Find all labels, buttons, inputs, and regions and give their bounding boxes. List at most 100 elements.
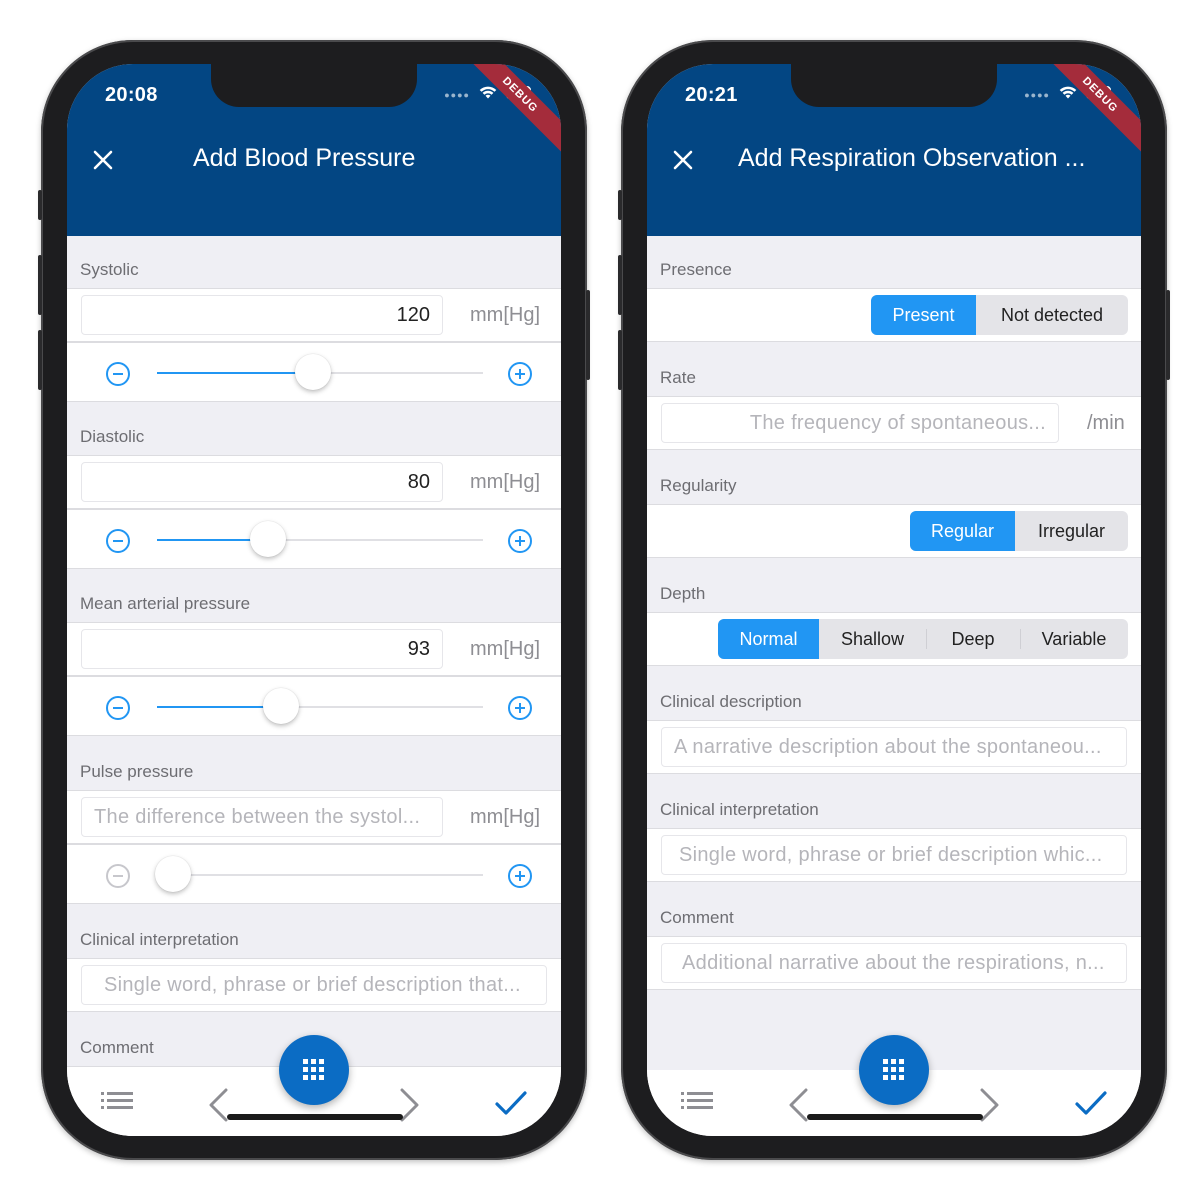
clinical-description-row: A narrative description about the sponta…: [647, 720, 1141, 774]
presence-option-present[interactable]: Present: [871, 295, 976, 335]
mean-arterial-slider-row: [67, 676, 561, 736]
pulse-pressure-slider[interactable]: [155, 856, 483, 892]
clinical-interpretation-label: Clinical interpretation: [660, 800, 819, 819]
status-time: 20:08: [105, 84, 158, 106]
rate-input[interactable]: The frequency of spontaneous...: [661, 403, 1059, 443]
comment-label: Comment: [80, 1038, 154, 1057]
check-icon[interactable]: [1075, 1090, 1107, 1116]
regularity-row: Regular Irregular: [647, 504, 1141, 558]
close-icon[interactable]: [671, 148, 695, 172]
form-content: Systolic 120 mm[Hg] Diastolic 80 mm[Hg]: [67, 236, 561, 1070]
regularity-segmented-control: Regular Irregular: [910, 511, 1128, 551]
systolic-unit: mm[Hg]: [470, 304, 540, 326]
grid-fab-button[interactable]: [859, 1035, 929, 1105]
mean-arterial-slider[interactable]: [157, 688, 483, 724]
page-title: Add Blood Pressure: [193, 144, 416, 172]
app-bar: 20:21 ●●●● DEBUG Add Respiration Observa…: [647, 64, 1141, 236]
power-button: [586, 290, 590, 380]
clinical-description-label: Clinical description: [660, 692, 802, 711]
mean-arterial-input[interactable]: 93: [81, 629, 443, 669]
systolic-label: Systolic: [80, 260, 139, 279]
depth-option-variable[interactable]: Variable: [1020, 619, 1128, 659]
close-icon[interactable]: [91, 148, 115, 172]
regularity-option-regular[interactable]: Regular: [910, 511, 1015, 551]
pulse-pressure-label: Pulse pressure: [80, 762, 194, 781]
clinical-interpretation-row: Single word, phrase or brief description…: [647, 828, 1141, 882]
minus-circle-icon[interactable]: [105, 528, 131, 554]
comment-label: Comment: [660, 908, 734, 927]
bottom-navigation: [67, 1035, 561, 1136]
diastolic-unit: mm[Hg]: [470, 471, 540, 493]
grid-icon: [883, 1059, 904, 1080]
clinical-interpretation-row: Single word, phrase or brief description…: [67, 958, 561, 1012]
pulse-pressure-input[interactable]: The difference between the systol...: [81, 797, 443, 837]
clinical-description-input[interactable]: A narrative description about the sponta…: [661, 727, 1127, 767]
rate-unit: /min: [1087, 412, 1125, 434]
chevron-left-icon[interactable]: [207, 1088, 229, 1122]
clinical-interpretation-input[interactable]: Single word, phrase or brief description…: [661, 835, 1127, 875]
debug-banner: DEBUG: [459, 64, 561, 156]
presence-label: Presence: [660, 260, 732, 279]
depth-option-normal[interactable]: Normal: [718, 619, 819, 659]
list-icon[interactable]: [681, 1090, 713, 1112]
mean-arterial-label: Mean arterial pressure: [80, 594, 251, 613]
minus-circle-icon[interactable]: [105, 361, 131, 387]
grid-fab-button[interactable]: [279, 1035, 349, 1105]
slider-thumb[interactable]: [155, 856, 192, 892]
phone-frame-left: 20:08 ●●●● DEBUG Add Blood Pressure Syst…: [38, 40, 590, 1160]
depth-option-shallow[interactable]: Shallow: [819, 619, 926, 659]
slider-thumb[interactable]: [295, 354, 332, 390]
diastolic-input[interactable]: 80: [81, 462, 443, 502]
mute-switch: [38, 190, 42, 220]
form-content: Presence Present Not detected Rate The f…: [647, 236, 1141, 1070]
systolic-slider[interactable]: [157, 354, 483, 390]
presence-row: Present Not detected: [647, 288, 1141, 342]
systolic-input[interactable]: 120: [81, 295, 443, 335]
presence-option-not-detected[interactable]: Not detected: [976, 295, 1128, 335]
chevron-left-icon[interactable]: [787, 1088, 809, 1122]
device-notch: [791, 64, 997, 107]
minus-circle-icon[interactable]: [105, 863, 131, 889]
volume-down-button: [38, 330, 42, 390]
device-notch: [211, 64, 417, 107]
slider-fill: [157, 372, 314, 374]
plus-circle-icon[interactable]: [507, 361, 533, 387]
diastolic-input-row: 80 mm[Hg]: [67, 455, 561, 509]
check-icon[interactable]: [495, 1090, 527, 1116]
regularity-option-irregular[interactable]: Irregular: [1015, 511, 1128, 551]
pulse-pressure-input-row: The difference between the systol... mm[…: [67, 790, 561, 844]
plus-circle-icon[interactable]: [507, 528, 533, 554]
pulse-pressure-unit: mm[Hg]: [470, 806, 540, 828]
clinical-interpretation-input[interactable]: Single word, phrase or brief description…: [81, 965, 547, 1005]
comment-input[interactable]: Additional narrative about the respirati…: [661, 943, 1127, 983]
status-time: 20:21: [685, 84, 738, 106]
diastolic-slider-row: [67, 509, 561, 569]
regularity-label: Regularity: [660, 476, 737, 495]
screen-respiration: 20:21 ●●●● DEBUG Add Respiration Observa…: [647, 64, 1141, 1136]
phone-frame-right: 20:21 ●●●● DEBUG Add Respiration Observa…: [618, 40, 1170, 1160]
rate-label: Rate: [660, 368, 696, 387]
minus-circle-icon[interactable]: [105, 695, 131, 721]
grid-icon: [303, 1059, 324, 1080]
diastolic-slider[interactable]: [157, 521, 483, 557]
debug-banner: DEBUG: [1039, 64, 1141, 156]
bottom-navigation: [647, 1035, 1141, 1136]
volume-down-button: [618, 330, 622, 390]
diastolic-label: Diastolic: [80, 427, 145, 446]
systolic-slider-row: [67, 342, 561, 402]
slider-thumb[interactable]: [249, 521, 286, 557]
slider-thumb[interactable]: [262, 688, 299, 724]
mute-switch: [618, 190, 622, 220]
list-icon[interactable]: [101, 1090, 133, 1112]
plus-circle-icon[interactable]: [507, 695, 533, 721]
home-indicator: [227, 1114, 403, 1120]
mean-arterial-unit: mm[Hg]: [470, 638, 540, 660]
depth-label: Depth: [660, 584, 706, 603]
volume-up-button: [38, 255, 42, 315]
signal-icon: ●●●●: [444, 90, 470, 100]
systolic-input-row: 120 mm[Hg]: [67, 288, 561, 342]
signal-icon: ●●●●: [1024, 90, 1050, 100]
plus-circle-icon[interactable]: [507, 863, 533, 889]
depth-row: Normal Shallow Deep Variable: [647, 612, 1141, 666]
depth-option-deep[interactable]: Deep: [926, 619, 1020, 659]
